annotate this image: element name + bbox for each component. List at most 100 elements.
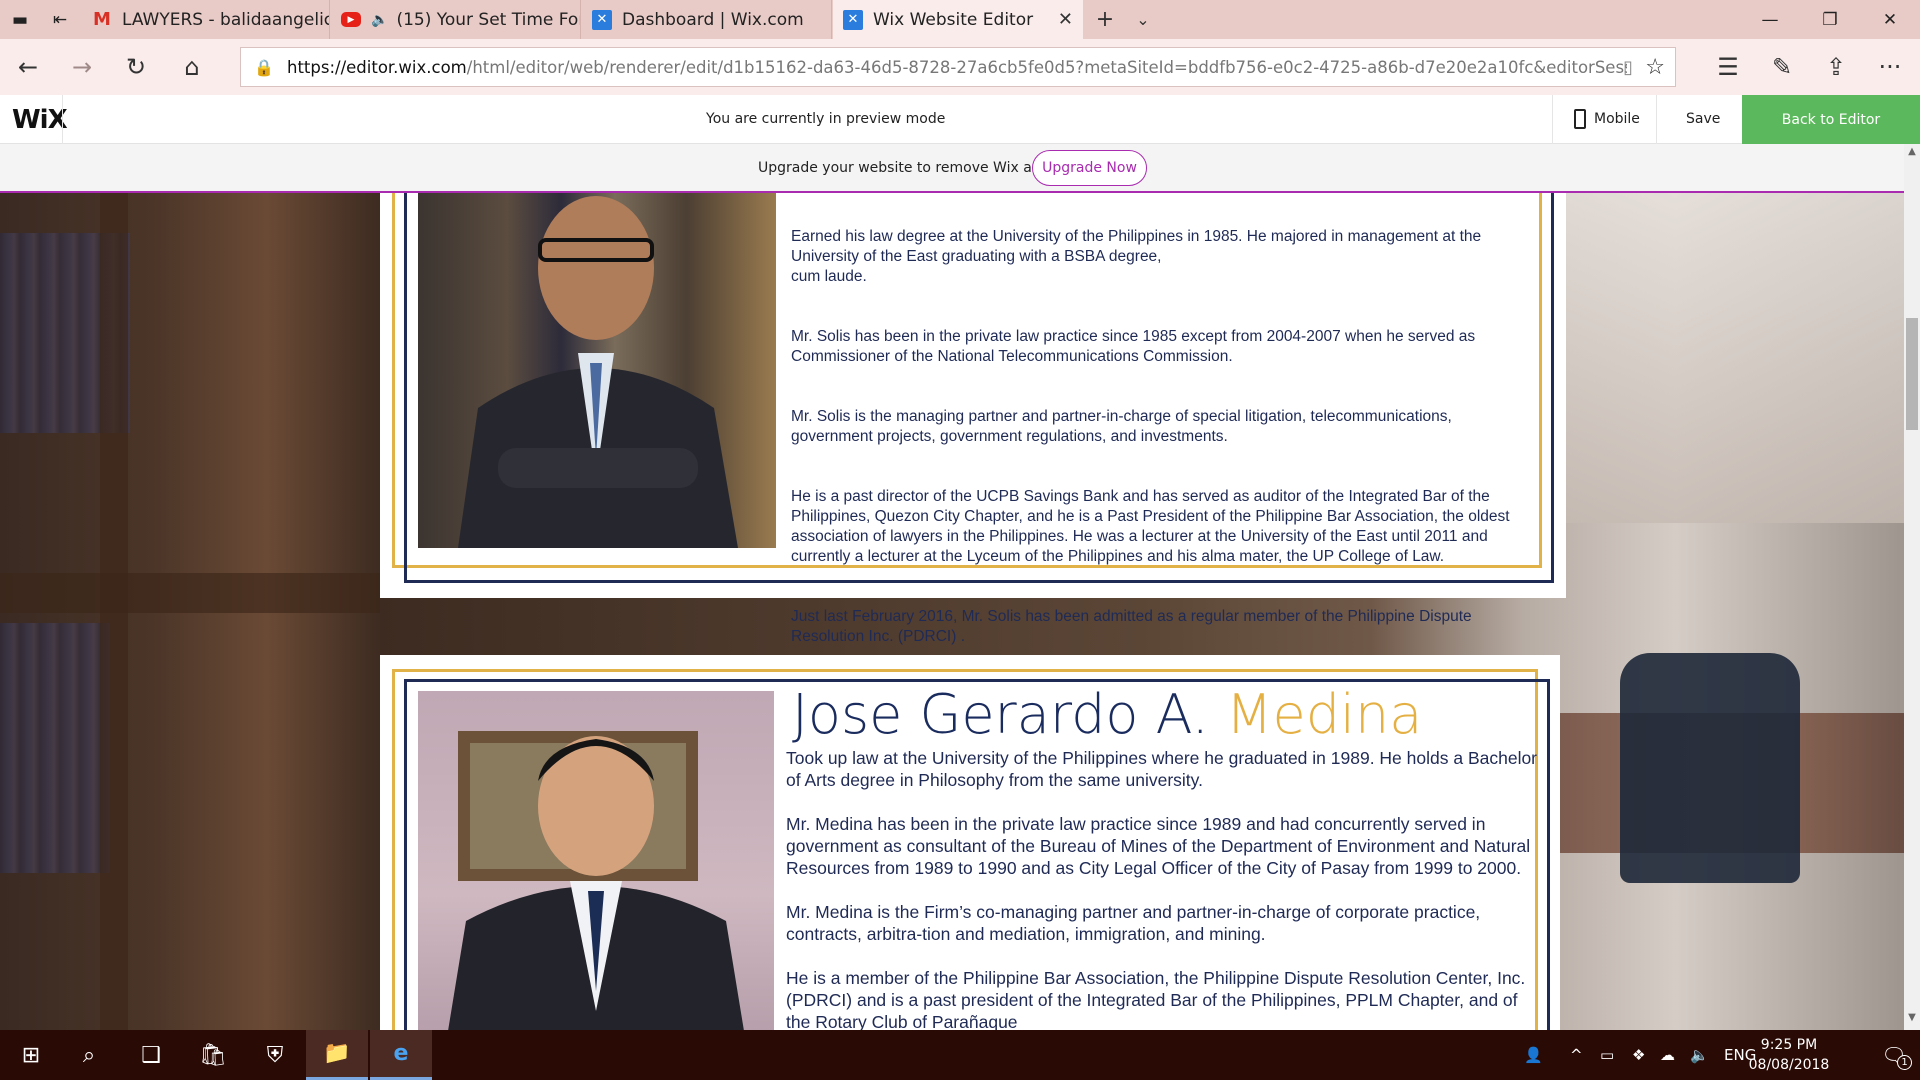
preview-mode-message: You are currently in preview mode: [706, 111, 946, 127]
youtube-icon: ▶: [341, 12, 361, 27]
search-icon[interactable]: ⌕: [58, 1030, 120, 1080]
restore-icon[interactable]: ❐: [1800, 0, 1860, 39]
close-window-icon[interactable]: ✕: [1860, 0, 1920, 39]
bio-paragraph: Took up law at the University of the Phi…: [786, 748, 1538, 790]
security-shield-icon[interactable]: ⛨: [244, 1030, 306, 1080]
system-clock[interactable]: 9:25 PM 08/08/2018: [1734, 1035, 1844, 1075]
battery-icon[interactable]: ▭: [1600, 1030, 1614, 1080]
tab-youtube[interactable]: ▶ 🔈 (15) Your Set Time For I: [331, 0, 581, 39]
wix-icon: ✕: [843, 9, 863, 30]
lawyer-card-medina: Jose Gerardo A. Medina Took up law at th…: [380, 655, 1560, 1030]
wix-preview-bar: WiX You are currently in preview mode Mo…: [0, 95, 1920, 144]
surname: Medina: [1225, 683, 1423, 746]
tab-gmail[interactable]: M LAWYERS - balidaangelica@: [82, 0, 330, 39]
divider: [62, 95, 63, 144]
reading-view-icon[interactable]: ▯: [1623, 57, 1633, 78]
action-center-icon[interactable]: 🗨 1: [1868, 1030, 1920, 1080]
file-explorer-icon[interactable]: 📁: [306, 1030, 368, 1080]
people-icon[interactable]: 👤: [1524, 1030, 1543, 1080]
lawyer-name-medina: Jose Gerardo A. Medina: [792, 683, 1422, 746]
show-hidden-icons-chevron[interactable]: ^: [1570, 1030, 1583, 1080]
store-icon[interactable]: 🛍: [182, 1030, 244, 1080]
scroll-down-arrow-icon[interactable]: ▼: [1904, 1012, 1920, 1028]
windows-start-icon[interactable]: ⊞: [0, 1030, 62, 1080]
bio-paragraph: Just last February 2016, Mr. Solis has b…: [791, 608, 1472, 645]
page-scrollbar[interactable]: [1904, 144, 1920, 1030]
mobile-phone-icon: [1574, 109, 1586, 129]
bio-paragraph: Mr. Medina has been in the private law p…: [786, 814, 1531, 878]
web-note-pen-icon[interactable]: ✎: [1762, 47, 1802, 87]
tab-manager-icon[interactable]: ▬: [0, 0, 40, 39]
lawyer-bio-solis: Earned his law degree at the University …: [791, 207, 1531, 687]
lock-icon[interactable]: 🔒: [241, 58, 287, 77]
upgrade-message: Upgrade your website to remove Wix ads: [758, 160, 1048, 176]
favorite-star-icon[interactable]: ☆: [1645, 55, 1665, 80]
surname: Solis: [1169, 193, 1294, 204]
scrollbar-thumb[interactable]: [1906, 318, 1918, 430]
volume-icon[interactable]: 🔈: [1690, 1030, 1709, 1080]
wix-logo[interactable]: WiX: [12, 105, 68, 135]
share-icon[interactable]: ⇪: [1816, 47, 1856, 87]
upgrade-banner: Upgrade your website to remove Wix ads U…: [0, 144, 1904, 193]
forward-arrow-icon[interactable]: →: [62, 47, 102, 87]
office-chair-decor: [1620, 653, 1800, 883]
windows-taskbar: ⊞ ⌕ ❑ 🛍 ⛨ 📁 e 👤 ^ ▭ ❖ ☁ 🔈 ENG 9:25 PM 08…: [0, 1030, 1920, 1080]
dropbox-icon[interactable]: ❖: [1632, 1030, 1645, 1080]
close-tab-icon[interactable]: ✕: [1058, 9, 1073, 30]
tab-preview-chevron-icon[interactable]: ⌄: [1128, 0, 1158, 39]
bio-paragraph: Mr. Solis is the managing partner and pa…: [791, 408, 1452, 445]
new-tab-icon[interactable]: +: [1090, 0, 1120, 39]
divider: [1656, 95, 1657, 144]
task-view-icon[interactable]: ❑: [120, 1030, 182, 1080]
home-icon[interactable]: ⌂: [172, 47, 212, 87]
shelf-decor: [100, 193, 128, 1030]
lawyer-bio-medina: Took up law at the University of the Phi…: [786, 747, 1546, 1030]
tab-wix-dashboard[interactable]: ✕ Dashboard | Wix.com: [582, 0, 832, 39]
tab-title: Dashboard | Wix.com: [622, 9, 804, 30]
back-to-editor-button[interactable]: Back to Editor: [1742, 95, 1920, 144]
bookshelf-image: [0, 623, 110, 873]
clock-date: 08/08/2018: [1748, 1057, 1830, 1073]
first-name: Jose Gerardo A.: [792, 683, 1209, 746]
back-arrow-icon[interactable]: ←: [8, 47, 48, 87]
edge-browser-icon[interactable]: e: [370, 1030, 432, 1080]
lawyer-photo-solis: [418, 193, 776, 548]
window-light-decor: [1560, 193, 1904, 523]
bio-paragraph: He is a past director of the UCPB Saving…: [791, 488, 1510, 565]
upgrade-now-button[interactable]: Upgrade Now: [1032, 150, 1147, 186]
address-bar[interactable]: 🔒 https://editor.wix.com/html/editor/web…: [240, 47, 1676, 87]
shelf-decor: [0, 573, 380, 613]
gmail-icon: M: [93, 9, 111, 30]
audio-playing-icon[interactable]: 🔈: [371, 12, 388, 28]
url-text[interactable]: https://editor.wix.com/html/editor/web/r…: [287, 58, 1627, 77]
mobile-label: Mobile: [1594, 111, 1640, 127]
bio-paragraph: Mr. Solis has been in the private law pr…: [791, 328, 1476, 365]
mobile-view-button[interactable]: Mobile: [1574, 109, 1640, 129]
portrait-illustration: [448, 731, 744, 1030]
lawyer-name-solis: Ronald Olivar Solis: [790, 193, 1294, 204]
divider: [1552, 95, 1553, 144]
website-preview[interactable]: Ronald Olivar Solis Earned his law degre…: [0, 193, 1904, 1030]
tab-strip: ▬ ⇤ M LAWYERS - balidaangelica@ ▶ 🔈 (15)…: [0, 0, 1920, 39]
bio-paragraph: He is a member of the Philippine Bar Ass…: [786, 968, 1526, 1030]
portrait-illustration: [458, 196, 738, 548]
save-button[interactable]: Save: [1686, 111, 1720, 127]
set-aside-tabs-icon[interactable]: ⇤: [40, 0, 80, 39]
more-menu-icon[interactable]: ···: [1870, 47, 1910, 87]
minimize-icon[interactable]: —: [1740, 0, 1800, 39]
notification-count-badge: 1: [1897, 1055, 1912, 1070]
tab-wix-editor[interactable]: ✕ Wix Website Editor ✕: [833, 0, 1083, 39]
tab-title: (15) Your Set Time For I: [396, 9, 581, 30]
lawyer-card-solis: Ronald Olivar Solis Earned his law degre…: [380, 193, 1566, 645]
bio-paragraph: Earned his law degree at the University …: [791, 228, 1482, 285]
onedrive-cloud-icon[interactable]: ☁: [1660, 1030, 1675, 1080]
bio-paragraph: Mr. Medina is the Firm’s co-managing par…: [786, 902, 1481, 944]
tab-title: Wix Website Editor: [873, 9, 1034, 30]
lawyer-photo-medina: [418, 691, 774, 1030]
favorites-hub-icon[interactable]: ☰: [1708, 47, 1748, 87]
first-name: Ronald Olivar: [790, 193, 1152, 204]
wix-icon: ✕: [592, 9, 612, 30]
scroll-up-arrow-icon[interactable]: ▲: [1904, 146, 1920, 162]
refresh-icon[interactable]: ↻: [116, 47, 156, 87]
tab-title: LAWYERS - balidaangelica@: [122, 9, 329, 30]
